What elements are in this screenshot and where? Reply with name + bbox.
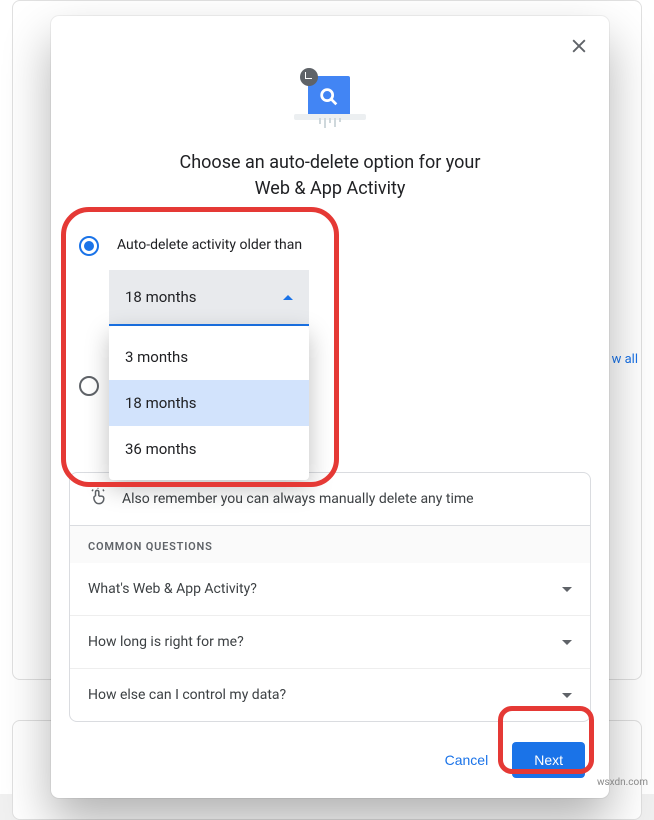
close-icon [569, 36, 589, 56]
bg-view-all-link[interactable]: w all [612, 352, 638, 367]
option-auto-delete[interactable]: Auto-delete activity older than [51, 228, 609, 256]
modal-title: Choose an auto-delete option for your We… [51, 150, 609, 228]
info-card: Also remember you can always manually de… [69, 472, 591, 722]
shredder-icon [298, 118, 362, 132]
duration-select[interactable]: 18 months [109, 270, 309, 326]
cq-item-whats-web-app[interactable]: What's Web & App Activity? [70, 563, 590, 615]
cq-item-control-data[interactable]: How else can I control my data? [70, 668, 590, 721]
touch-icon [88, 487, 108, 511]
cq-item-how-long[interactable]: How long is right for me? [70, 615, 590, 668]
duration-dropdown: 3 months 18 months 36 months [109, 326, 309, 480]
clock-icon [300, 68, 318, 86]
manual-delete-note: Also remember you can always manually de… [70, 473, 590, 525]
dropdown-option-18-months[interactable]: 18 months [109, 380, 309, 426]
hero-illustration [298, 76, 362, 132]
close-button[interactable] [567, 34, 591, 58]
duration-select-value: 18 months [125, 288, 196, 306]
cancel-button[interactable]: Cancel [431, 742, 503, 778]
chevron-down-icon [562, 587, 572, 592]
modal-actions: Cancel Next [51, 722, 609, 786]
caret-up-icon [283, 295, 293, 300]
chevron-down-icon [562, 693, 572, 698]
auto-delete-modal: Choose an auto-delete option for your We… [51, 16, 609, 798]
next-button[interactable]: Next [512, 742, 585, 778]
radio-dont-auto-delete[interactable] [79, 376, 99, 396]
common-questions-header: COMMON QUESTIONS [70, 525, 590, 563]
duration-select-wrap: 18 months 3 months 18 months 36 months [109, 270, 309, 326]
dropdown-option-3-months[interactable]: 3 months [109, 334, 309, 380]
chevron-down-icon [562, 640, 572, 645]
option-auto-delete-label: Auto-delete activity older than [117, 234, 302, 253]
watermark: wsxdn.com [597, 777, 648, 788]
radio-auto-delete[interactable] [79, 236, 99, 256]
dropdown-option-36-months[interactable]: 36 months [109, 426, 309, 472]
